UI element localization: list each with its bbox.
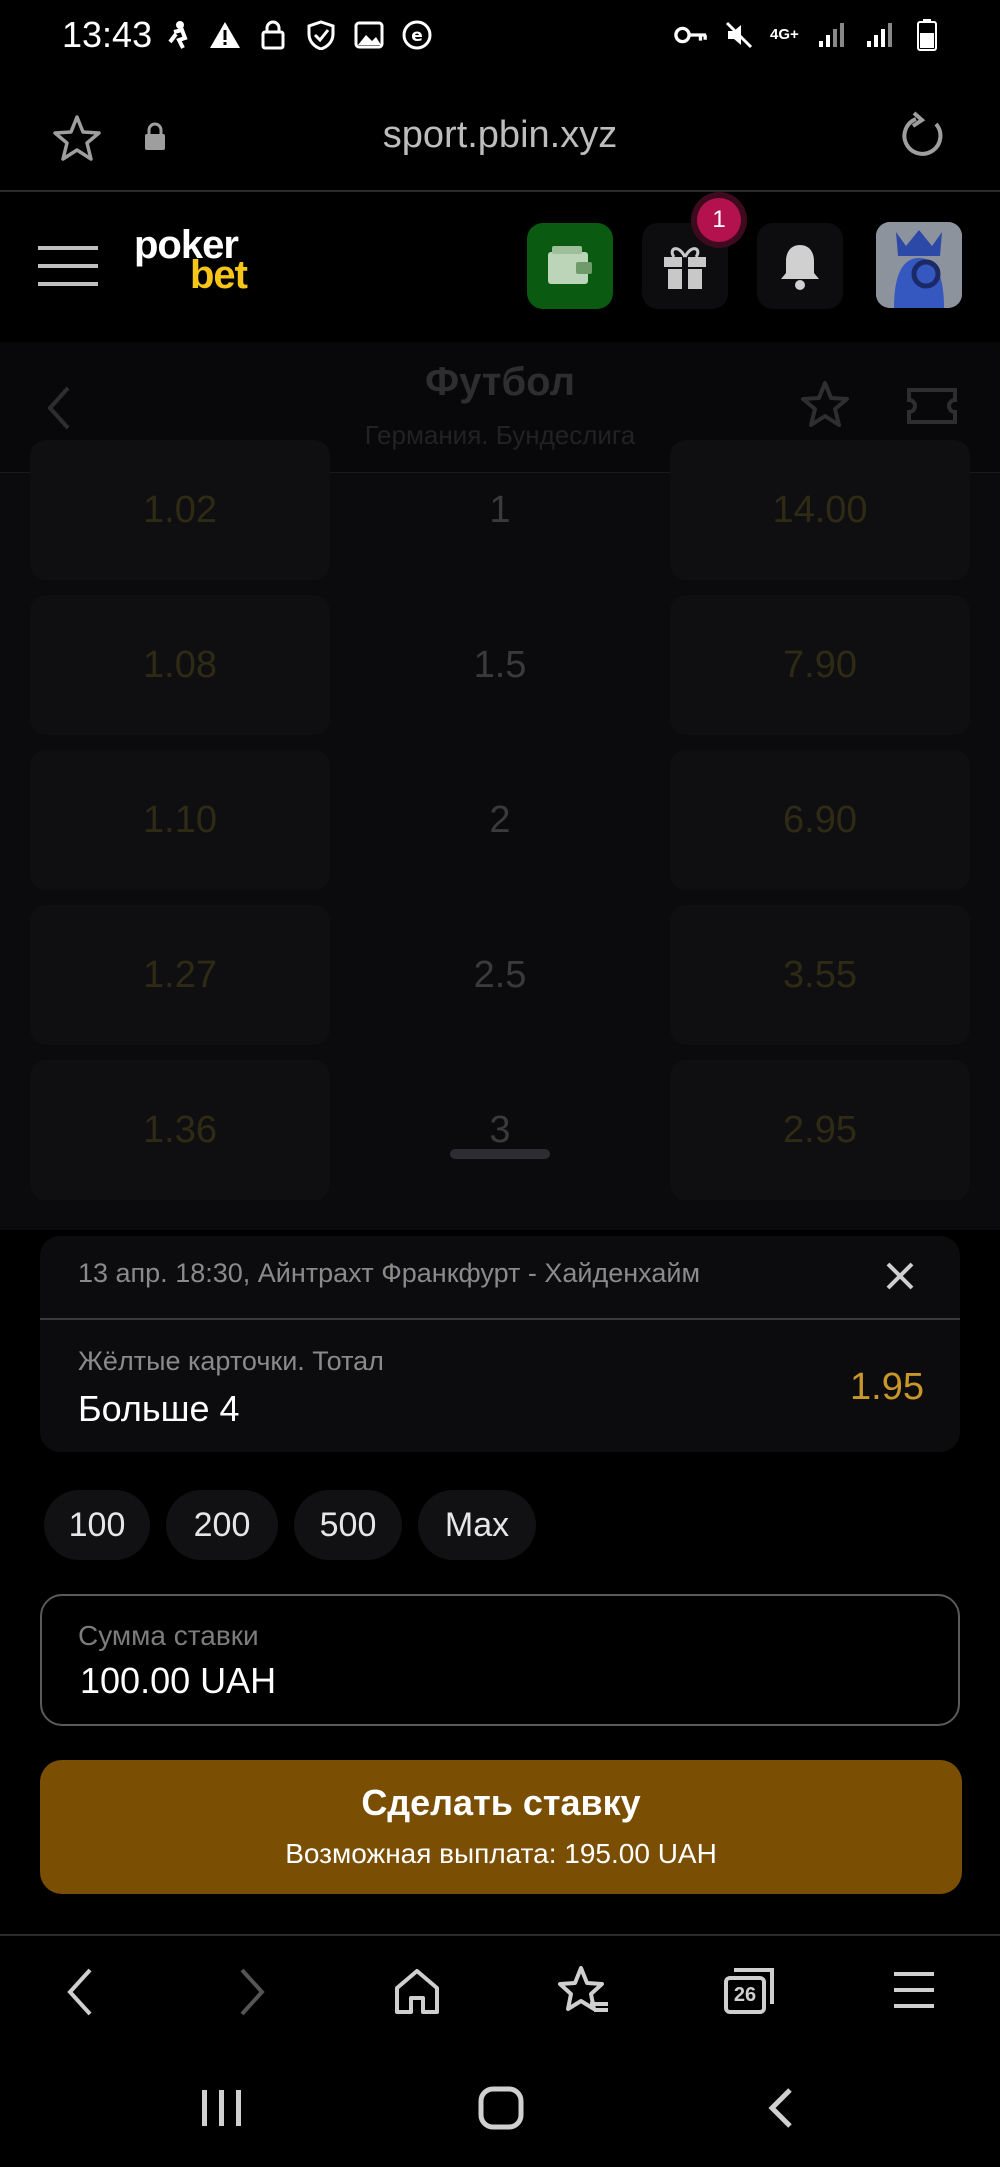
signal-icon-1: [814, 18, 848, 52]
gift-icon: [660, 241, 710, 291]
odds-row: 1.10 2 6.90: [0, 750, 1000, 900]
image-icon: [352, 18, 386, 52]
address-bar[interactable]: sport.pbin.xyz: [0, 114, 1000, 157]
network-type-label: 4G+: [770, 26, 799, 43]
odds-line: 1.5: [473, 643, 527, 686]
warning-icon: [208, 18, 242, 52]
divider: [40, 1318, 960, 1320]
ticket-icon[interactable]: [906, 386, 958, 426]
selection-name: Больше 4: [78, 1388, 240, 1429]
notifications-button[interactable]: [757, 223, 843, 309]
browser-bottom-nav: [0, 1934, 1000, 2050]
market-name: Жёлтые карточки. Тотал: [78, 1346, 384, 1376]
stake-label: Сумма ставки: [78, 1620, 259, 1651]
place-bet-button[interactable]: Сделать ставку Возможная выплата: 195.00…: [40, 1760, 962, 1894]
selection-odds: 1.95: [850, 1366, 924, 1408]
tabs-count: 26: [733, 1984, 757, 2006]
battery-icon: [910, 18, 944, 52]
close-icon[interactable]: [880, 1256, 920, 1296]
odds-cell-over[interactable]: 1.02: [30, 440, 330, 580]
vpn-key-icon: [674, 18, 708, 52]
pokerbet-logo[interactable]: poker bet: [134, 225, 248, 295]
running-man-icon: [160, 18, 194, 52]
shield-icon: [304, 18, 338, 52]
odds-row: 1.36 3 2.95: [0, 1060, 1000, 1210]
browser-menu-icon[interactable]: [894, 1970, 936, 2010]
system-back-icon[interactable]: [766, 2086, 796, 2130]
odds-cell-under[interactable]: 2.95: [670, 1060, 970, 1200]
odds-line: 2: [489, 798, 511, 841]
odds-line: 1: [489, 488, 511, 531]
place-bet-label: Сделать ставку: [361, 1782, 641, 1823]
status-bar: 13:43 e 4G+: [0, 0, 1000, 80]
payout-text: Возможная выплата: 195.00 UAH: [285, 1838, 717, 1869]
browser-forward-icon[interactable]: [236, 1966, 268, 2018]
tabs-button[interactable]: 26: [722, 1966, 776, 2016]
odds-line: 2.5: [473, 953, 527, 996]
odds-cell-under[interactable]: 6.90: [670, 750, 970, 890]
svg-text:e: e: [411, 26, 423, 46]
home-icon[interactable]: [392, 1966, 442, 2016]
gift-badge: 1: [697, 198, 741, 242]
bookmarks-icon[interactable]: [556, 1964, 610, 2016]
system-home-icon[interactable]: [478, 2086, 524, 2130]
odds-row: 1.08 1.5 7.90: [0, 595, 1000, 745]
reload-icon[interactable]: [896, 110, 948, 162]
odds-line: 3: [489, 1108, 511, 1151]
browser-back-icon[interactable]: [64, 1966, 96, 2018]
lock-icon: [256, 18, 290, 52]
favorite-star-icon[interactable]: [800, 380, 850, 428]
odds-row: 1.02 1 14.00: [0, 440, 1000, 590]
avatar[interactable]: [876, 222, 962, 308]
odds-cell-over[interactable]: 1.27: [30, 905, 330, 1045]
status-notification-icons: e: [160, 18, 434, 52]
odds-row: 1.27 2.5 3.55: [0, 905, 1000, 1055]
odds-cell-under[interactable]: 7.90: [670, 595, 970, 735]
bell-icon: [778, 241, 822, 291]
odds-cell-over[interactable]: 1.08: [30, 595, 330, 735]
quick-amount-200[interactable]: 200: [166, 1490, 278, 1560]
odds-table: 1.02 1 14.00 1.08 1.5 7.90 1.10 2 6.90 1…: [0, 440, 1000, 1230]
mute-icon: [722, 18, 756, 52]
odds-cell-under[interactable]: 3.55: [670, 905, 970, 1045]
wallet-button[interactable]: [527, 223, 613, 309]
quick-amount-100[interactable]: 100: [44, 1490, 150, 1560]
status-system-icons: 4G+: [674, 18, 944, 52]
wallet-icon: [546, 244, 594, 288]
event-info: 13 апр. 18:30, Айнтрахт Франкфурт - Хайд…: [78, 1258, 701, 1288]
page-title: Футбол: [424, 360, 576, 404]
quick-amount-max[interactable]: Max: [418, 1490, 536, 1560]
status-time: 13:43: [62, 14, 153, 55]
drag-handle[interactable]: [450, 1149, 550, 1159]
recent-apps-icon[interactable]: [200, 2088, 244, 2128]
quick-amount-500[interactable]: 500: [294, 1490, 402, 1560]
menu-icon[interactable]: [38, 244, 100, 288]
back-arrow-icon[interactable]: [44, 384, 74, 432]
edge-icon: e: [400, 18, 434, 52]
odds-cell-under[interactable]: 14.00: [670, 440, 970, 580]
signal-icon-2: [862, 18, 896, 52]
stake-value[interactable]: 100.00 UAH: [80, 1660, 276, 1702]
odds-cell-over[interactable]: 1.36: [30, 1060, 330, 1200]
odds-cell-over[interactable]: 1.10: [30, 750, 330, 890]
